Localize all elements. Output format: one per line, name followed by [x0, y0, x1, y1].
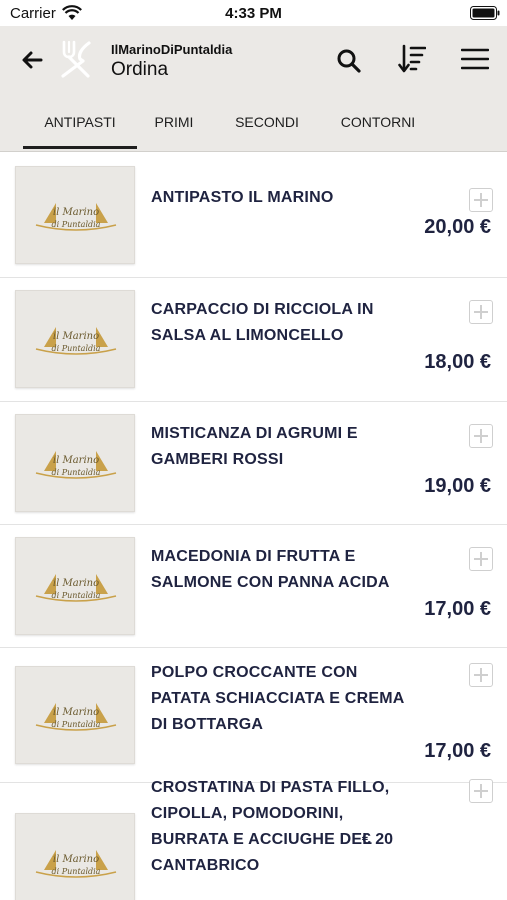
restaurant-logo: il Marino di Puntaldia: [35, 703, 117, 731]
app-name: IlMarinoDiPuntaldia: [111, 42, 233, 57]
list-item[interactable]: il Marino di Puntaldia CARPACCIO DI RICC…: [0, 278, 507, 402]
active-tab-indicator: [23, 146, 137, 149]
status-time: 4:33 PM: [225, 5, 282, 22]
tab-antipasti[interactable]: ANTIPASTI: [23, 114, 137, 130]
add-button[interactable]: [469, 779, 493, 803]
tab-contorni[interactable]: CONTORNI: [328, 114, 428, 130]
logo-text-line1: il Marino: [53, 455, 99, 466]
list-item[interactable]: il Marino di Puntaldia ANTIPASTO IL MARI…: [0, 152, 507, 278]
list-item[interactable]: il Marino di Puntaldia POLPO CROCCANTE C…: [0, 648, 507, 783]
tab-primi[interactable]: PRIMI: [142, 114, 206, 130]
add-button[interactable]: [469, 188, 493, 212]
list-item[interactable]: il Marino di Puntaldia CROSTATINA DI PAS…: [0, 779, 507, 900]
page-title: Ordina: [111, 59, 169, 80]
tab-secondi[interactable]: SECONDI: [222, 114, 312, 130]
list-item[interactable]: il Marino di Puntaldia MACEDONIA DI FRUT…: [0, 525, 507, 648]
restaurant-logo: il Marino di Puntaldia: [35, 850, 117, 878]
restaurant-logo: il Marino di Puntaldia: [35, 203, 117, 231]
product-thumbnail: il Marino di Puntaldia: [15, 414, 135, 512]
add-button[interactable]: [469, 424, 493, 448]
app-header: IlMarinoDiPuntaldia Ordina ANTIPASTI PRI…: [0, 26, 507, 152]
back-arrow-icon[interactable]: [20, 48, 44, 72]
item-price: 18,00 €: [424, 351, 491, 373]
battery-icon: [470, 6, 500, 20]
add-button[interactable]: [469, 300, 493, 324]
product-thumbnail: il Marino di Puntaldia: [15, 166, 135, 264]
category-tabs: ANTIPASTI PRIMI SECONDI CONTORNI: [0, 106, 507, 152]
logo-text-line2: di Puntaldia: [52, 720, 101, 729]
menu-icon[interactable]: [461, 48, 489, 70]
product-thumbnail: il Marino di Puntaldia: [15, 537, 135, 635]
utensils-icon: [61, 40, 91, 78]
list-item[interactable]: il Marino di Puntaldia MISTICANZA DI AGR…: [0, 402, 507, 525]
sort-icon[interactable]: [398, 44, 426, 74]
logo-text-line1: il Marino: [53, 854, 99, 865]
item-name: CARPACCIO DI RICCIOLA IN SALSA AL LIMONC…: [151, 301, 374, 344]
logo-text-line1: il Marino: [53, 578, 99, 589]
logo-text-line2: di Puntaldia: [52, 468, 101, 477]
item-price: 19,00 €: [424, 475, 491, 497]
logo-text-line1: il Marino: [53, 207, 99, 218]
restaurant-logo: il Marino di Puntaldia: [35, 574, 117, 602]
item-price: € 20: [361, 831, 393, 848]
item-price: 20,00 €: [424, 216, 491, 238]
product-thumbnail: il Marino di Puntaldia: [15, 666, 135, 764]
add-button[interactable]: [469, 663, 493, 687]
item-name: MISTICANZA DI AGRUMI E GAMBERI ROSSI: [151, 425, 358, 468]
logo-text-line1: il Marino: [53, 707, 99, 718]
item-name: MACEDONIA DI FRUTTA E SALMONE CON PANNA …: [151, 548, 390, 591]
restaurant-logo: il Marino di Puntaldia: [35, 327, 117, 355]
item-price: 17,00 €: [424, 598, 491, 620]
restaurant-logo: il Marino di Puntaldia: [35, 451, 117, 479]
product-thumbnail: il Marino di Puntaldia: [15, 290, 135, 388]
logo-text-line1: il Marino: [53, 331, 99, 342]
search-icon[interactable]: [336, 48, 362, 74]
logo-text-line2: di Puntaldia: [52, 867, 101, 876]
item-price: 17,00 €: [424, 740, 491, 762]
status-bar: Carrier 4:33 PM: [0, 0, 507, 26]
logo-text-line2: di Puntaldia: [52, 344, 101, 353]
add-button[interactable]: [469, 547, 493, 571]
item-name: ANTIPASTO IL MARINO: [151, 189, 334, 206]
logo-text-line2: di Puntaldia: [52, 591, 101, 600]
item-name: POLPO CROCCANTE CON PATATA SCHIACCIATA E…: [151, 664, 404, 733]
logo-text-line2: di Puntaldia: [52, 220, 101, 229]
product-thumbnail: il Marino di Puntaldia: [15, 813, 135, 900]
